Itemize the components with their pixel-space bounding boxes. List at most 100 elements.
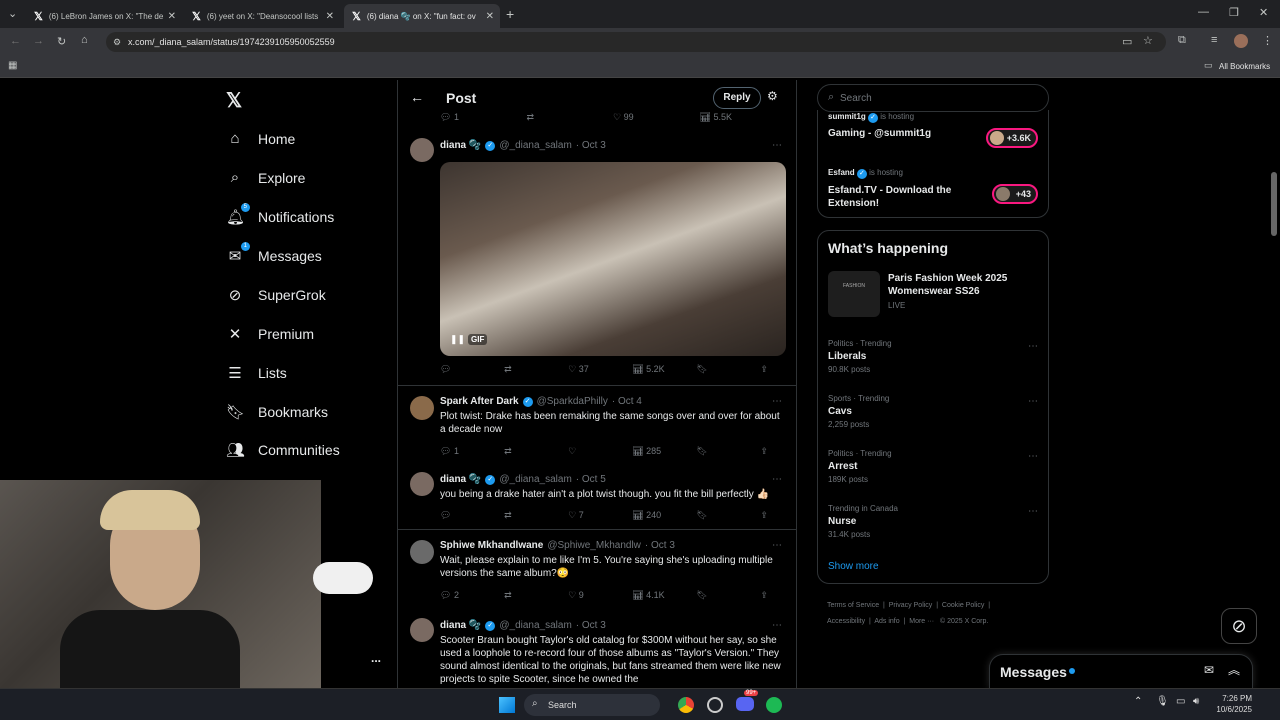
nav-premium[interactable]: ✕ Premium <box>226 325 314 343</box>
trend-item[interactable]: Politics · Trending Arrest 189K posts <box>828 449 892 484</box>
x-logo-icon[interactable]: 𝕏 <box>226 88 242 113</box>
avatar[interactable] <box>410 396 434 420</box>
views-button[interactable]: 📊︎ 4.1K <box>632 590 696 601</box>
reading-list-icon[interactable]: ≡ <box>1211 34 1217 46</box>
profile-avatar[interactable] <box>1234 34 1248 48</box>
featured-thumbnail[interactable]: FASHION <box>828 271 880 317</box>
views-button[interactable]: 📊︎ 240 <box>632 510 696 521</box>
views-button[interactable]: 📊︎ 5.2K <box>632 364 696 375</box>
new-tab-icon[interactable]: + <box>506 6 514 22</box>
author-handle[interactable]: @_diana_salam <box>499 140 571 151</box>
like-count[interactable]: ♡ 99 <box>613 112 700 123</box>
like-icon[interactable]: ♡ <box>568 446 632 457</box>
more-icon[interactable]: ⋯ <box>1028 341 1038 352</box>
author-name[interactable]: Spark After Dark <box>440 396 519 407</box>
search-input[interactable]: ⌕ Search <box>817 84 1049 112</box>
reply-count[interactable]: 💬︎ 1 <box>440 112 527 123</box>
start-icon[interactable] <box>499 697 515 713</box>
discord-icon[interactable] <box>736 697 754 711</box>
views-button[interactable]: 📊︎ 285 <box>632 446 696 457</box>
pause-icon[interactable]: ❚❚ <box>450 334 465 345</box>
like-button[interactable]: ♡ 37 <box>568 364 632 375</box>
author-handle[interactable]: @_diana_salam <box>499 474 571 485</box>
post[interactable]: diana 🫧 ✓ @_diana_salam · Oct 5 ⋯ you be… <box>398 464 796 530</box>
restore-icon[interactable]: ❐ <box>1229 6 1239 19</box>
footer-link[interactable]: Ads info <box>874 618 899 625</box>
more-icon[interactable]: ⋯ <box>772 540 782 551</box>
microphone-icon[interactable]: 🎙︎ <box>1156 696 1169 707</box>
close-window-icon[interactable]: ✕ <box>1259 6 1268 19</box>
extensions-icon[interactable]: ⧉ <box>1178 34 1186 47</box>
share-icon[interactable]: ⇪ <box>760 510 786 521</box>
bookmark-icon[interactable]: 🔖︎ <box>696 510 760 521</box>
page-scrollbar[interactable] <box>1271 172 1277 236</box>
more-icon[interactable]: ⋯ <box>772 620 782 631</box>
bookmark-icon[interactable]: 🔖︎ <box>696 446 760 457</box>
tray-chevron-icon[interactable]: ⌃ <box>1134 696 1142 707</box>
address-bar[interactable]: ⚙ x.com/_diana_salam/status/197423910595… <box>106 32 1166 52</box>
post[interactable]: Spark After Dark ✓ @SparkdaPhilly · Oct … <box>398 386 796 462</box>
author-name[interactable]: diana 🫧 <box>440 140 481 151</box>
nav-lists[interactable]: ☰ Lists <box>226 364 287 382</box>
host-name[interactable]: summit1g <box>828 112 866 121</box>
nav-supergrok[interactable]: ⊘ SuperGrok <box>226 286 326 304</box>
nav-explore[interactable]: ⌕ Explore <box>226 169 306 186</box>
site-info-icon[interactable]: ⚙ <box>113 32 121 52</box>
post-date[interactable]: · Oct 5 <box>576 474 606 485</box>
obs-icon[interactable] <box>707 697 723 713</box>
messages-drawer[interactable]: Messages ✉ ︽ <box>989 654 1253 688</box>
back-icon[interactable]: ← <box>10 35 21 47</box>
reply-icon[interactable]: 💬︎ <box>440 364 504 375</box>
account-more-icon[interactable]: ... <box>371 651 381 665</box>
back-arrow-icon[interactable]: ← <box>410 89 424 105</box>
reply-button[interactable]: 💬︎ 2 <box>440 590 504 601</box>
home-button-icon[interactable]: ⌂ <box>81 34 88 46</box>
nav-home[interactable]: ⌂ Home <box>226 130 295 147</box>
avatar[interactable] <box>410 540 434 564</box>
trend-item[interactable]: Sports · Trending Cavs 2,259 posts <box>828 394 889 429</box>
more-icon[interactable]: ⋯ <box>1028 451 1038 462</box>
all-bookmarks-link[interactable]: All Bookmarks <box>1219 62 1270 71</box>
browser-tab-2[interactable]: 𝕏 (6) yeet on X: "Deansocool lists ✕ <box>184 4 340 28</box>
live-title[interactable]: Gaming - @summit1g <box>828 128 931 139</box>
like-button[interactable]: ♡ 7 <box>568 510 632 521</box>
nav-communities[interactable]: 👥︎ Communities <box>226 441 340 459</box>
trend-item[interactable]: Trending in Canada Nurse 31.4K posts <box>828 504 898 539</box>
cast-icon[interactable]: ▭ <box>1122 35 1132 48</box>
filter-icon[interactable]: ⚙ <box>767 89 778 103</box>
bookmark-icon[interactable]: 🔖︎ <box>696 364 760 375</box>
repost-icon[interactable]: ⇄ <box>504 510 568 521</box>
more-icon[interactable]: ⋯ <box>1028 506 1038 517</box>
apps-grid-icon[interactable]: ▦ <box>8 60 17 71</box>
author-handle[interactable]: @_diana_salam <box>499 620 571 631</box>
repost-icon[interactable]: ⇄ <box>527 112 614 123</box>
post-date[interactable]: · Oct 3 <box>645 540 675 551</box>
volume-icon[interactable]: 🔊︎ <box>1193 696 1199 707</box>
bookmark-star-icon[interactable]: ☆ <box>1143 34 1153 47</box>
post[interactable]: diana 🫧 ✓ @_diana_salam · Oct 3 ⋯ ❚❚ GIF… <box>398 126 796 386</box>
post-date[interactable]: · Oct 3 <box>576 620 606 631</box>
footer-link[interactable]: Privacy Policy <box>889 602 933 609</box>
spotify-icon[interactable] <box>766 697 782 713</box>
share-icon[interactable]: ⇪ <box>760 364 786 375</box>
browser-tab-3[interactable]: 𝕏 (6) diana 🫧 on X: "fun fact: ov ✕ <box>344 4 500 28</box>
more-icon[interactable]: ⋯ <box>772 140 782 151</box>
browser-menu-icon[interactable]: ⋮ <box>1262 34 1273 47</box>
nav-bookmarks[interactable]: 🔖︎ Bookmarks <box>226 403 328 421</box>
minimize-icon[interactable]: — <box>1198 6 1209 18</box>
author-handle[interactable]: @SparkdaPhilly <box>537 396 608 407</box>
author-name[interactable]: Sphiwe Mkhandlwane <box>440 540 543 551</box>
grok-float-button[interactable]: ⊘ <box>1221 608 1257 644</box>
close-tab-icon[interactable]: ✕ <box>168 11 176 22</box>
host-name[interactable]: Esfand <box>828 168 855 177</box>
footer-link[interactable]: Terms of Service <box>827 602 879 609</box>
like-button[interactable]: ♡ 9 <box>568 590 632 601</box>
live-listeners-pill[interactable]: +43 <box>992 184 1038 204</box>
author-name[interactable]: diana 🫧 <box>440 474 481 485</box>
nav-notifications[interactable]: 🔔︎ 5 Notifications <box>226 203 334 226</box>
reply-button[interactable]: 💬︎ 1 <box>440 446 504 457</box>
post[interactable]: Sphiwe Mkhandlwane @Sphiwe_Mkhandlw · Oc… <box>398 530 796 608</box>
live-listeners-pill[interactable]: +3.6K <box>986 128 1038 148</box>
new-message-icon[interactable]: ✉ <box>1204 663 1214 677</box>
footer-link[interactable]: More ··· <box>909 618 934 625</box>
